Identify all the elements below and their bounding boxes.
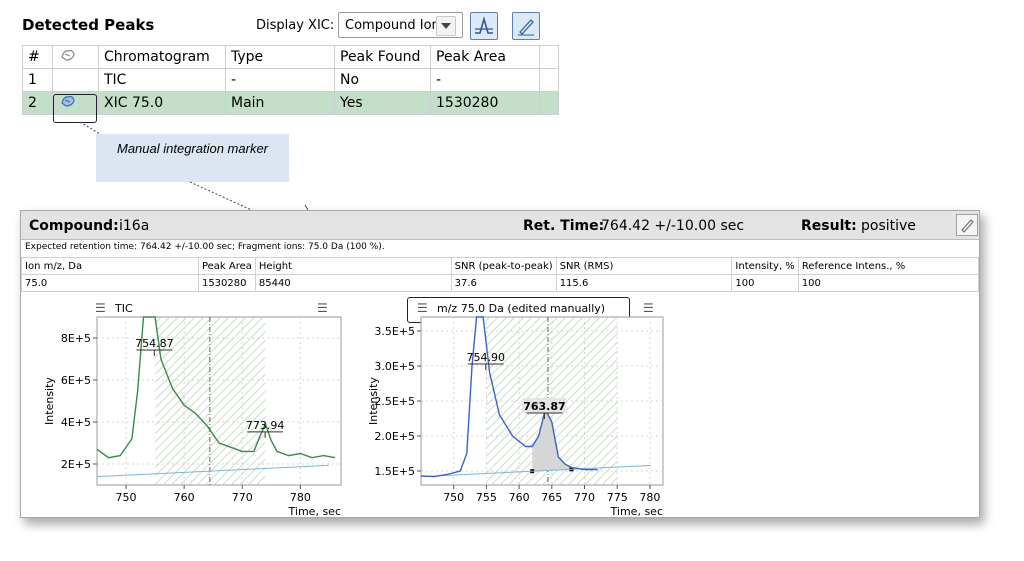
y-axis-label: Intensity	[43, 377, 56, 425]
ion-header-snr-ptp[interactable]: SNR (peak-to-peak)	[450, 257, 557, 275]
ion-table-header: Ion m/z, Da Peak Area Height SNR (peak-t…	[21, 257, 980, 275]
x-tick-label: 770	[232, 491, 253, 504]
ion-header-peak-area[interactable]: Peak Area	[197, 257, 256, 275]
x-axis-label: Time, sec	[610, 505, 663, 517]
x-tick-label: 760	[509, 491, 530, 504]
peak-label: 763.87	[523, 400, 565, 413]
ion-cell-height: 85440	[254, 274, 452, 292]
ion-header-mz[interactable]: Ion m/z, Da	[21, 257, 199, 275]
ion-table: Ion m/z, Da Peak Area Height SNR (peak-t…	[21, 257, 980, 292]
y-axis-label: Intensity	[367, 377, 380, 425]
x-tick-label: 780	[290, 491, 311, 504]
ret-time-value: 764.42 +/-10.00 sec	[601, 218, 745, 234]
ion-cell-snr-ptp: 37.6	[450, 274, 557, 292]
peak-label: 773.94	[246, 419, 285, 432]
peak-label: 754.87	[135, 337, 174, 350]
peak-label: 754.90	[467, 351, 506, 364]
y-tick-label: 4E+5	[61, 416, 91, 429]
xic-chart[interactable]: 750 755 760 765 770 775 780 1.5E+5 2.0E+5 2.5E+5 3…	[351, 311, 671, 517]
x-tick-label: 765	[541, 491, 562, 504]
compound-header-bar: Compound: i16a Ret. Time: 764.42 +/-10.0…	[21, 211, 979, 240]
ion-cell-intensity: 100	[731, 274, 799, 292]
ion-cell-mz: 75.0	[21, 274, 199, 292]
y-tick-label: 1.5E+5	[374, 465, 415, 478]
x-tick-label: 775	[607, 491, 628, 504]
x-tick-label: 755	[476, 491, 497, 504]
compound-panel: Compound: i16a Ret. Time: 764.42 +/-10.0…	[20, 210, 980, 518]
tic-chart[interactable]: 750 760 770 780 2E+5 4E+5 6E+5 8E+5 Time, sec Int…	[31, 311, 351, 517]
x-tick-label: 750	[116, 491, 137, 504]
compound-value: i16a	[119, 218, 150, 234]
y-tick-label: 3.0E+5	[374, 360, 415, 373]
y-tick-label: 6E+5	[61, 374, 91, 387]
ion-header-intensity[interactable]: Intensity, %	[731, 257, 799, 275]
compound-label: Compound:	[29, 218, 119, 234]
ret-time-label: Ret. Time:	[523, 218, 605, 234]
y-tick-label: 3.5E+5	[374, 325, 415, 338]
x-axis-label: Time, sec	[288, 505, 341, 517]
expected-retention-text: Expected retention time: 764.42 +/-10.00…	[25, 242, 385, 252]
pencil-icon	[961, 219, 974, 233]
ion-header-ref-intensity[interactable]: Reference Intens., %	[797, 257, 980, 275]
ion-header-snr-rms[interactable]: SNR (RMS)	[555, 257, 733, 275]
result-label: Result:	[801, 218, 857, 234]
ion-cell-peak-area: 1530280	[197, 274, 256, 292]
x-tick-label: 750	[443, 491, 464, 504]
x-tick-label: 780	[639, 491, 660, 504]
ion-cell-ref-intensity: 100	[797, 274, 980, 292]
y-tick-label: 2E+5	[61, 458, 91, 471]
x-tick-label: 770	[574, 491, 595, 504]
x-tick-label: 760	[174, 491, 195, 504]
ion-cell-snr-rms: 115.6	[555, 274, 733, 292]
table-row[interactable]: 75.0 1530280 85440 37.6 115.6 100 100	[21, 274, 980, 292]
ion-header-height[interactable]: Height	[254, 257, 452, 275]
compound-edit-button[interactable]	[956, 214, 978, 236]
y-tick-label: 8E+5	[61, 332, 91, 345]
result-value: positive	[861, 218, 916, 234]
y-tick-label: 2.5E+5	[374, 395, 415, 408]
y-tick-label: 2.0E+5	[374, 430, 415, 443]
